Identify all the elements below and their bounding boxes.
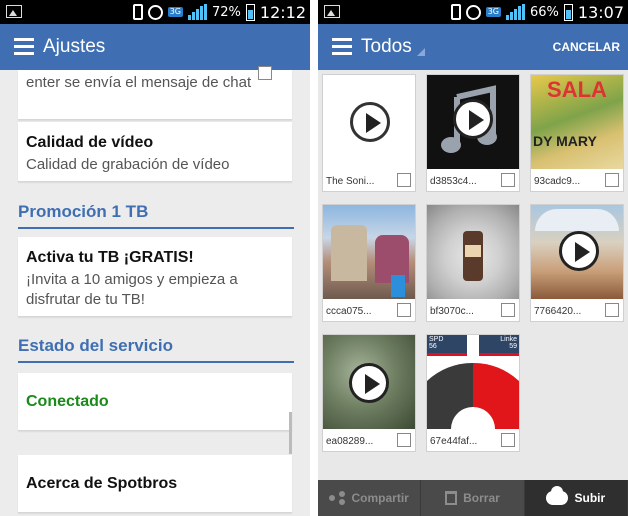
media-filename: 67e44faf...: [430, 436, 478, 447]
section-header-service: Estado del servicio: [18, 336, 294, 363]
thumbnail-text: DY MARY: [533, 133, 597, 149]
media-filename: The Soni...: [326, 176, 375, 187]
network-type-icon: 3G: [485, 7, 501, 17]
action-bar: Compartir Borrar Subir: [318, 480, 628, 516]
share-icon: [329, 491, 346, 505]
image-notification-icon: [6, 5, 22, 18]
upload-label: Subir: [574, 491, 606, 505]
thumbnail-text: SPD 56: [427, 335, 467, 353]
setting-item-about[interactable]: Acerca de Spotbros: [18, 455, 292, 513]
play-icon: [350, 102, 390, 142]
media-filename: ccca075...: [326, 306, 372, 317]
image-notification-icon: [324, 5, 340, 18]
app-bar: Ajustes: [0, 24, 310, 70]
thumbnail-text: SALA: [547, 77, 607, 102]
pie-chart-graphic: [427, 362, 519, 429]
service-status-item[interactable]: Conectado: [18, 373, 292, 431]
play-icon: [349, 363, 389, 403]
setting-title: Acerca de Spotbros: [26, 475, 178, 492]
battery-percent: 72%: [211, 4, 241, 20]
media-filename: 7766420...: [534, 306, 582, 317]
media-checkbox[interactable]: [605, 303, 619, 317]
page-title: Ajustes: [43, 36, 106, 57]
media-tile[interactable]: SALA DY MARY 93cadc9...: [530, 74, 624, 192]
menu-icon[interactable]: [332, 38, 352, 56]
cloud-upload-icon: [546, 486, 569, 505]
clock: 13:07: [577, 2, 624, 22]
setting-description: Calidad de grabación de vídeo: [26, 156, 230, 173]
setting-checkbox[interactable]: [258, 66, 272, 80]
service-status-text: Conectado: [26, 393, 109, 410]
media-checkbox[interactable]: [501, 173, 515, 187]
share-button[interactable]: Compartir: [318, 480, 422, 516]
setting-description: enter se envía el mensaje de chat: [26, 74, 252, 91]
media-tile[interactable]: The Soni...: [322, 74, 416, 192]
media-tile[interactable]: SPD 56 Linke 59 67e44faf...: [426, 334, 520, 452]
media-filename: bf3070c...: [430, 306, 474, 317]
media-filename: ea08289...: [326, 436, 374, 447]
setting-title: Calidad de vídeo: [26, 134, 154, 151]
play-icon: [453, 99, 493, 139]
battery-icon: [245, 3, 255, 21]
play-icon: [559, 231, 599, 271]
media-checkbox[interactable]: [501, 433, 515, 447]
network-type-icon: 3G: [167, 7, 183, 17]
media-thumbnail: [531, 205, 623, 299]
share-label: Compartir: [351, 491, 409, 505]
cancel-button[interactable]: CANCELAR: [553, 40, 620, 54]
clock: 12:12: [259, 2, 306, 22]
media-tile[interactable]: ea08289...: [322, 334, 416, 452]
setting-description: ¡Invita a 10 amigos y empieza a disfruta…: [26, 271, 238, 308]
battery-percent: 66%: [529, 4, 559, 20]
media-checkbox[interactable]: [605, 173, 619, 187]
alarm-icon: [465, 4, 481, 20]
trash-icon: [445, 491, 458, 505]
alarm-icon: [147, 4, 163, 20]
menu-icon[interactable]: [14, 38, 34, 56]
upload-button[interactable]: Subir: [524, 480, 628, 516]
media-thumbnail: [323, 205, 415, 299]
media-thumbnail: [427, 75, 519, 169]
media-filename: d3853c4...: [430, 176, 477, 187]
setting-item-promo[interactable]: Activa tu TB ¡GRATIS! ¡Invita a 10 amigo…: [18, 237, 292, 317]
media-thumbnail: SPD 56 Linke 59: [427, 335, 519, 429]
status-bar: 3G 66% 13:07: [318, 0, 628, 24]
media-checkbox[interactable]: [397, 303, 411, 317]
media-checkbox[interactable]: [501, 303, 515, 317]
settings-screen: 3G 72% 12:12 Ajustes enter se envía el m…: [0, 0, 310, 516]
signal-icon: [505, 4, 525, 20]
media-tile[interactable]: d3853c4...: [426, 74, 520, 192]
app-bar: Todos CANCELAR: [318, 24, 628, 70]
vibrate-icon: [450, 4, 461, 20]
media-tile[interactable]: 7766420...: [530, 204, 624, 322]
battery-icon: [563, 3, 573, 21]
gallery-screen: 3G 66% 13:07 Todos CANCELAR The Soni...: [318, 0, 628, 516]
setting-item-chat[interactable]: enter se envía el mensaje de chat: [18, 66, 292, 120]
setting-title: Activa tu TB ¡GRATIS!: [26, 249, 194, 266]
setting-item-video-quality[interactable]: Calidad de vídeo Calidad de grabación de…: [18, 122, 292, 182]
media-thumbnail: [427, 205, 519, 299]
media-checkbox[interactable]: [397, 433, 411, 447]
media-tile[interactable]: ccca075...: [322, 204, 416, 322]
media-tile[interactable]: bf3070c...: [426, 204, 520, 322]
filter-dropdown[interactable]: Todos: [361, 36, 412, 58]
thumbnail-text: Linke 59: [479, 335, 519, 353]
status-bar: 3G 72% 12:12: [0, 0, 310, 24]
dropdown-indicator-icon: [417, 48, 425, 56]
delete-button[interactable]: Borrar: [421, 480, 525, 516]
media-thumbnail: [323, 335, 415, 429]
media-filename: 93cadc9...: [534, 176, 581, 187]
vibrate-icon: [132, 4, 143, 20]
signal-icon: [187, 4, 207, 20]
delete-label: Borrar: [463, 491, 500, 505]
media-checkbox[interactable]: [397, 173, 411, 187]
section-header-promo: Promoción 1 TB: [18, 202, 294, 229]
media-thumbnail: [323, 75, 415, 169]
media-thumbnail: SALA DY MARY: [531, 75, 623, 169]
scrollbar[interactable]: [289, 412, 292, 454]
